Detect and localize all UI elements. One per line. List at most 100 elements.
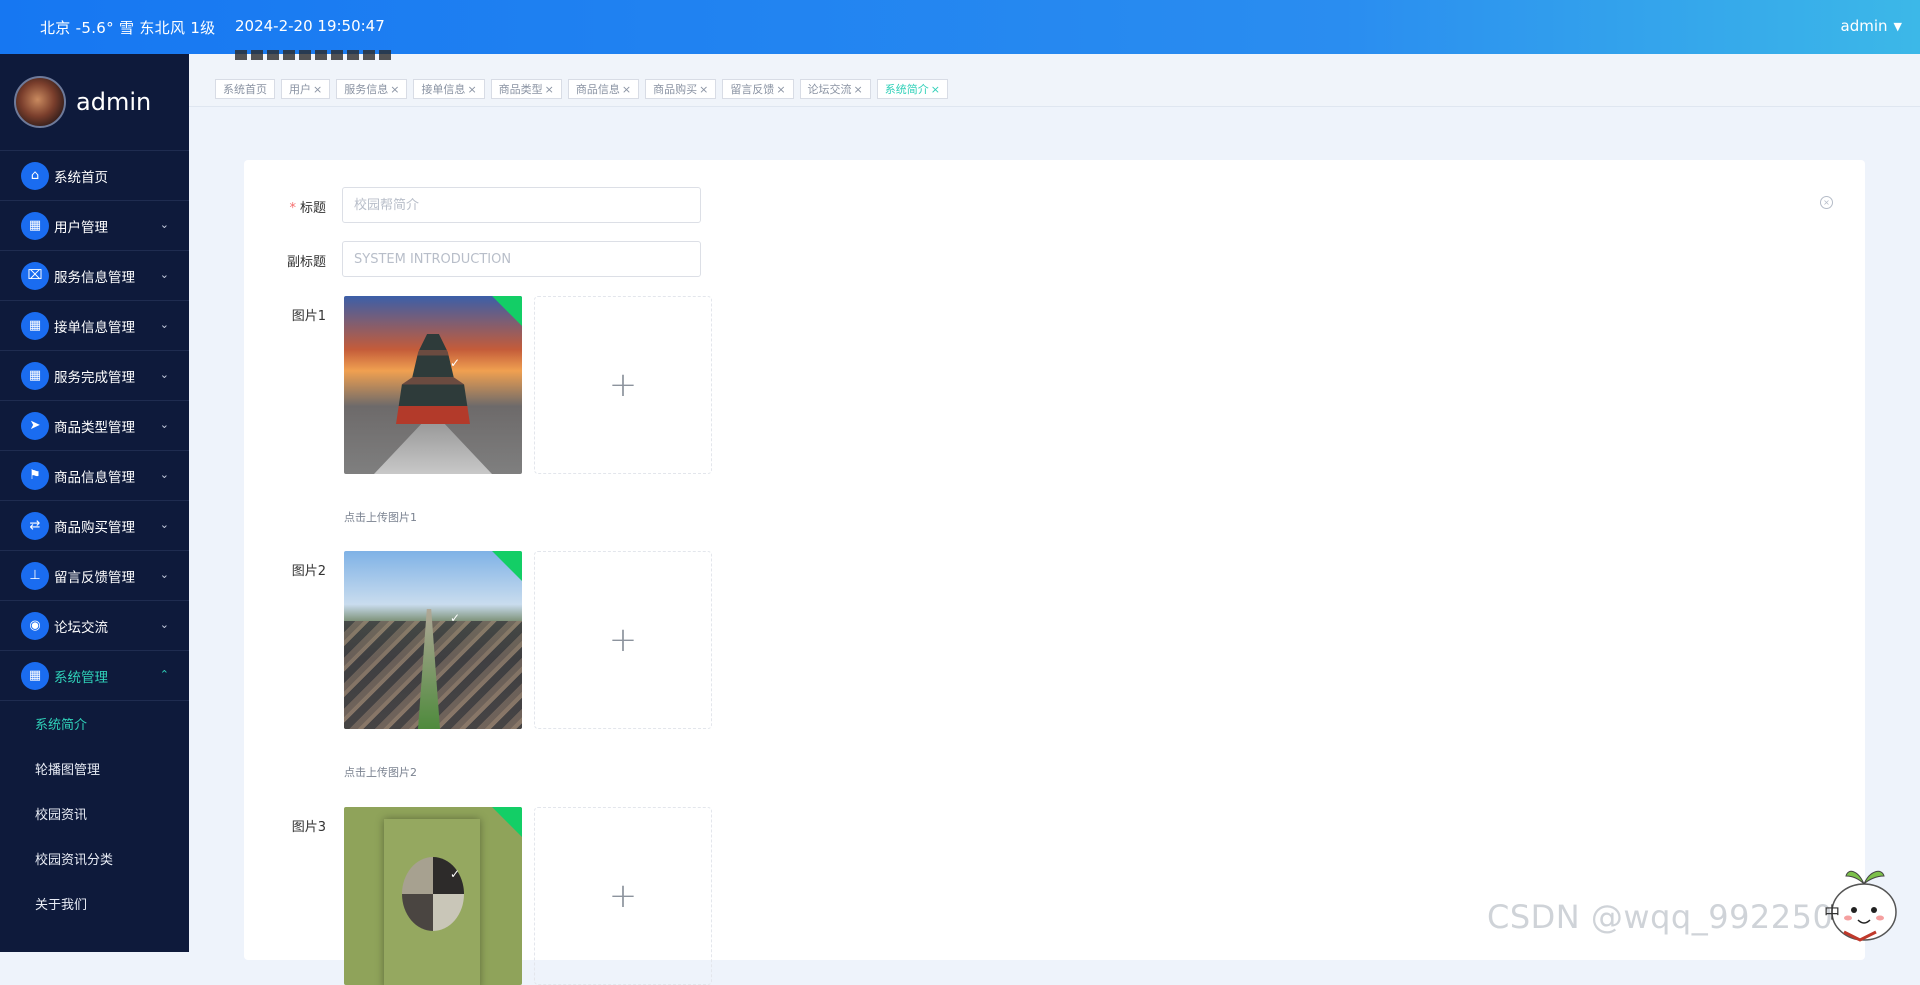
close-icon[interactable]: × [467,83,476,96]
close-icon[interactable]: × [390,83,399,96]
sidebar-item-3[interactable]: ▦ 接单信息管理 ⌄ [0,301,189,351]
tab-label: 用户 [289,83,311,96]
plus-icon: + [608,620,638,660]
submenu-item-1[interactable]: 轮播图管理 [0,746,189,791]
pic3-uploaded-image[interactable]: ✓ [344,807,522,985]
tab-2[interactable]: 服务信息 × [336,79,408,99]
location-icon: ◉ [21,611,49,640]
pic1-label: 图片1 [291,309,326,324]
form-card: × *标题 副标题 图片1 ✓ + 点击上传图片1 图片2 ✓ + 点击上传图片… [244,160,1865,985]
tags-list: 系统首页 用户 × 服务信息 × 接单信息 × 商品类型 × 商品信息 × 商品购买 × 留言反馈 × 论坛交… [215,79,948,99]
sidebar-item-9[interactable]: ◉ 论坛交流 ⌄ [0,601,189,651]
profile-username: admin [76,88,152,116]
check-icon: ✓ [450,611,461,625]
user-name: admin [1840,17,1888,35]
tab-1[interactable]: 用户 × [281,79,331,99]
pic1-upload-button[interactable]: + [534,296,712,474]
close-icon[interactable]: × [1820,196,1833,209]
road-graphic [374,424,492,474]
sidebar-item-0[interactable]: ⌂ 系统首页 [0,151,189,201]
page-heading-clipped [235,50,395,60]
sidebar-item-5[interactable]: ➤ 商品类型管理 ⌄ [0,401,189,451]
flag-icon: ⚑ [21,461,49,490]
chevron-down-icon: ⌄ [159,218,169,231]
sidebar-item-2[interactable]: ⌧ 服务信息管理 ⌄ [0,251,189,301]
sidebar-item-label: 留言反馈管理 [54,569,135,586]
sidebar-item-label: 系统首页 [54,169,108,186]
avatar[interactable] [14,76,66,128]
submenu-item-2[interactable]: 校园资讯 [0,791,189,836]
submenu-item-3[interactable]: 校园资讯分类 [0,836,189,881]
tab-label: 接单信息 [421,83,466,96]
tab-9[interactable]: 系统简介 × [876,79,948,99]
close-icon[interactable]: × [313,83,322,96]
chevron-down-icon: ⌄ [159,618,169,631]
sidebar-item-label: 商品类型管理 [54,419,135,436]
title-label: * 标题 [289,201,326,216]
sidebar-item-8[interactable]: ⊥ 留言反馈管理 ⌄ [0,551,189,601]
chevron-down-icon: ⌄ [159,568,169,581]
upload-success-corner [490,296,522,327]
mascot-char: 中 [1824,903,1840,922]
tab-4[interactable]: 商品类型 × [490,79,562,99]
close-icon[interactable]: × [931,83,940,96]
sidebar-item-7[interactable]: ⇄ 商品购买管理 ⌄ [0,501,189,551]
chevron-down-icon: ⌄ [159,368,169,381]
sidebar-item-4[interactable]: ▦ 服务完成管理 ⌄ [0,351,189,401]
tab-5[interactable]: 商品信息 × [567,79,640,99]
chevron-down-icon: ⌄ [159,468,169,481]
subtitle-input[interactable] [342,241,701,277]
pic1-uploaded-image[interactable]: ✓ [344,296,522,474]
pic3-label: 图片3 [291,820,326,835]
sidebar-item-1[interactable]: ▦ 用户管理 ⌄ [0,201,189,251]
sidebar-item-label: 服务完成管理 [54,369,135,386]
send-icon: ➤ [21,411,49,440]
grid-icon: ▦ [21,661,49,690]
tab-label: 商品购买 [653,83,698,96]
plus-icon: + [608,365,638,405]
submenu-item-0[interactable]: 系统简介 [0,701,189,746]
tab-0[interactable]: 系统首页 [215,79,275,99]
tab-label: 服务信息 [344,83,389,96]
pic3-upload-button[interactable]: + [534,807,712,985]
pic2-upload-button[interactable]: + [534,551,712,729]
plus-icon: + [608,876,638,916]
chevron-down-icon: ⌄ [159,418,169,431]
tab-label: 商品类型 [498,83,543,96]
submenu-item-4[interactable]: 关于我们 [0,881,189,926]
service-icon: ⌧ [21,261,49,290]
pic2-uploaded-image[interactable]: ✓ [344,551,522,729]
check-icon: ✓ [450,356,461,370]
weather-info: 北京 -5.6° 雪 东北风 1级 [40,19,216,37]
user-dropdown[interactable]: admin ▼ [1841,17,1902,35]
close-icon[interactable]: × [699,83,708,96]
transfer-icon: ⇄ [21,511,49,540]
temple-graphic [396,334,470,424]
sidebar-menu: ⌂ 系统首页 ▦ 用户管理 ⌄ ⌧ 服务信息管理 ⌄ ▦ 接单信息管理 ⌄ ▦ 服务完成管理 ⌄ ➤ 商品类型… [0,151,189,926]
close-icon[interactable]: × [854,83,863,96]
home-icon: ⌂ [21,161,49,190]
pic2-label: 图片2 [291,564,326,579]
sidebar-item-label: 用户管理 [54,219,108,236]
current-datetime: 2024-2-20 19:50:47 [235,17,385,35]
close-icon[interactable]: × [776,83,785,96]
upload-success-corner [490,551,522,582]
tab-7[interactable]: 留言反馈 × [722,79,794,99]
sidebar-profile: admin [0,54,189,151]
close-icon[interactable]: × [545,83,554,96]
subtitle-label: 副标题 [286,255,326,270]
close-icon[interactable]: × [622,83,631,96]
title-input[interactable] [342,187,701,223]
tab-8[interactable]: 论坛交流 × [799,79,871,99]
grid-icon: ▦ [21,311,49,340]
tab-label: 论坛交流 [807,83,852,96]
sidebar-item-label: 接单信息管理 [54,319,135,336]
grid-icon: ▦ [21,361,49,390]
tab-label: 系统简介 [884,83,929,96]
sidebar-item-label: 系统管理 [54,669,108,686]
sidebar-item-6[interactable]: ⚑ 商品信息管理 ⌄ [0,451,189,501]
sidebar-item-10[interactable]: ▦ 系统管理 ⌃ [0,651,189,701]
tab-6[interactable]: 商品购买 × [645,79,717,99]
chevron-up-icon: ⌃ [159,668,169,681]
tab-3[interactable]: 接单信息 × [413,79,485,99]
